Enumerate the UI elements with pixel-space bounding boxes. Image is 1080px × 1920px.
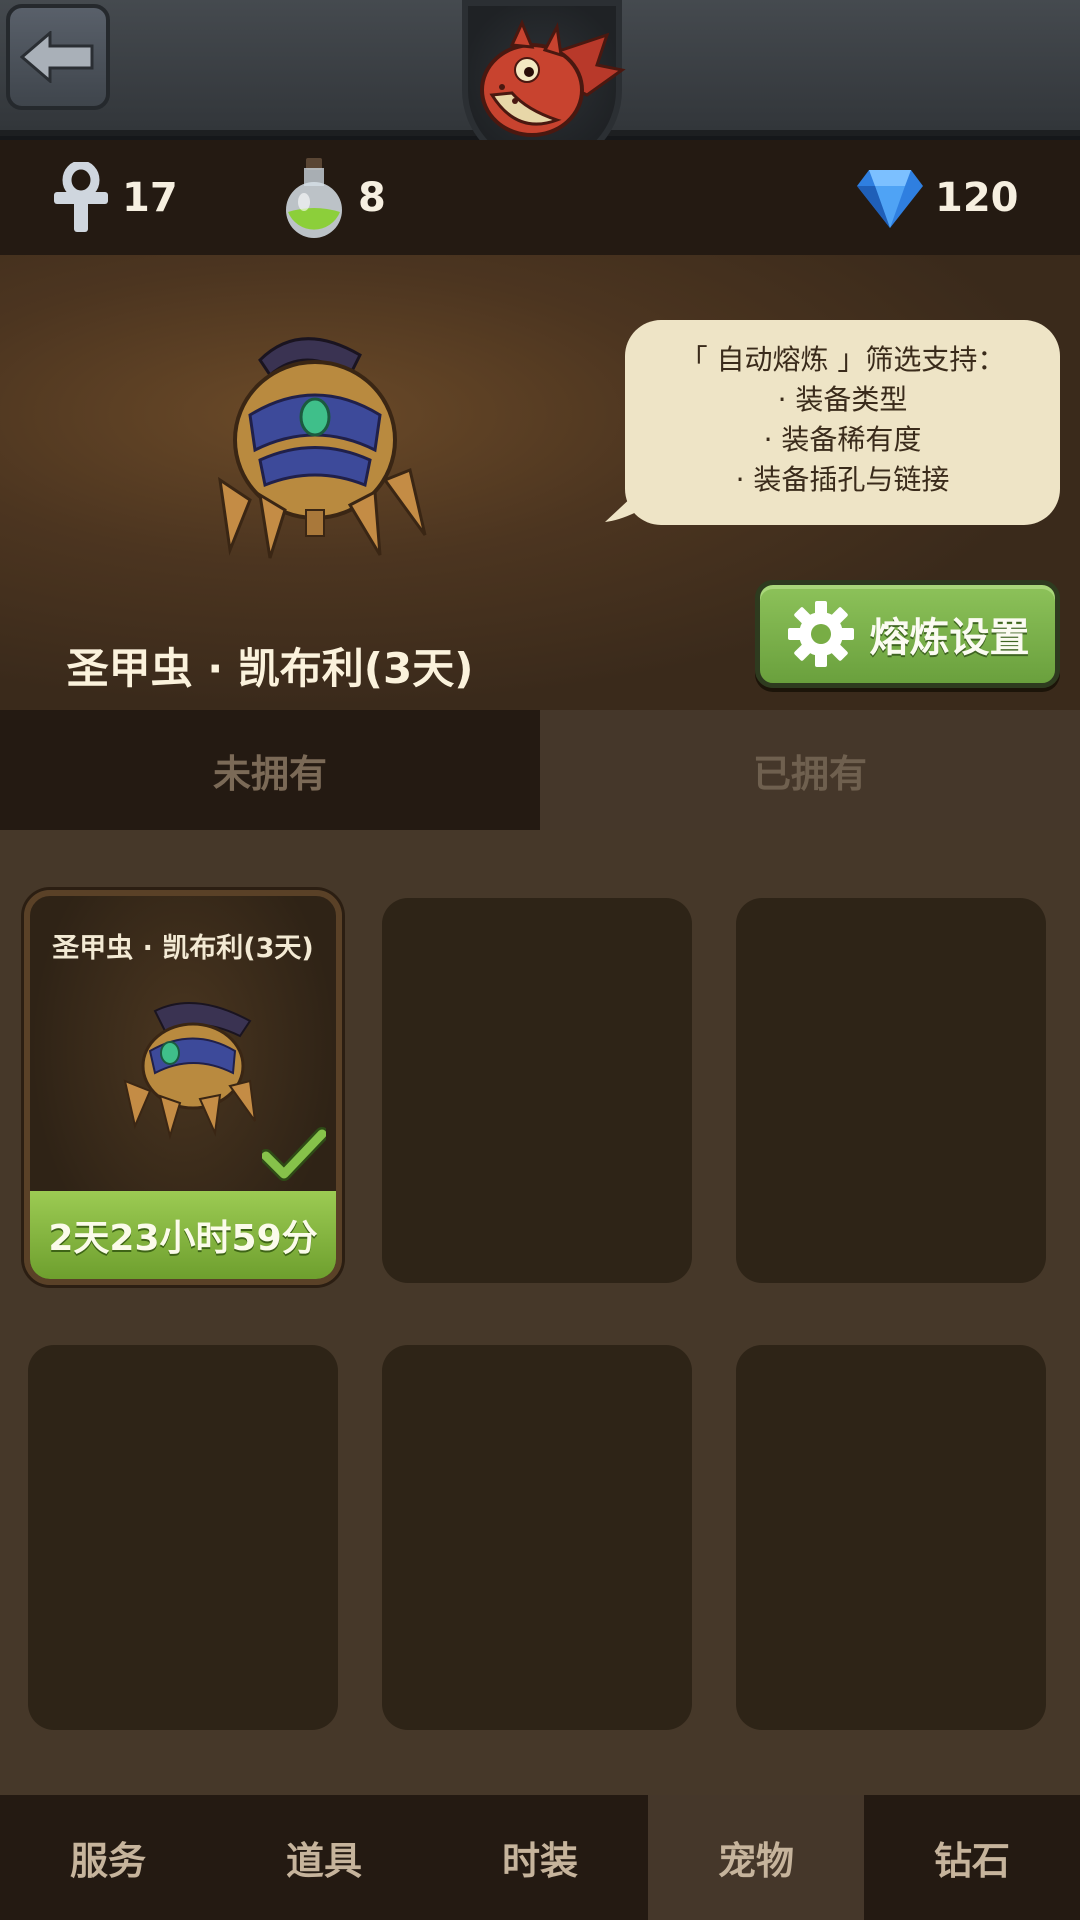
diamond-value: 120 — [935, 174, 1019, 221]
nav-diamonds[interactable]: 钻石 — [864, 1795, 1080, 1920]
empty-slot[interactable] — [736, 898, 1046, 1283]
scarab-pet-image — [218, 337, 427, 559]
ownership-tabs: 未拥有 已拥有 — [0, 710, 1080, 830]
smelt-settings-button[interactable]: 熔炼设置 — [755, 580, 1060, 688]
tab-owned[interactable]: 已拥有 — [540, 710, 1080, 830]
card-title: 圣甲虫 · 凯布利(3天) — [52, 933, 314, 964]
back-button[interactable] — [6, 4, 110, 110]
potion-resource: 8 — [280, 140, 386, 255]
bubble-line-1: 「 自动熔炼 」筛选支持： — [679, 343, 1006, 376]
rental-timer: 2天23小时59分 — [30, 1191, 336, 1279]
owned-pet-card[interactable]: 圣甲虫 · 凯布利(3天) 2天23小时59分 — [24, 890, 342, 1285]
pet-name: 圣甲虫 · 凯布利(3天) — [66, 644, 474, 693]
checkmark-icon — [262, 1127, 326, 1181]
gear-icon — [787, 601, 854, 667]
empty-slot[interactable] — [736, 1345, 1046, 1730]
empty-slot[interactable] — [28, 1345, 338, 1730]
pet-hero-panel: 圣甲虫 · 凯布利(3天) 「 自动熔炼 」筛选支持： · 装备类型 · 装备稀… — [0, 255, 1080, 710]
resource-bar: 17 8 120 — [0, 140, 1080, 255]
tab-not-owned[interactable]: 未拥有 — [0, 710, 540, 830]
smelt-settings-label: 熔炼设置 — [869, 615, 1030, 661]
bubble-line-3: · 装备稀有度 — [763, 423, 922, 456]
diamond-resource: 120 — [855, 140, 1019, 255]
ankh-resource: 17 — [50, 140, 178, 255]
red-dragon-emblem-icon — [480, 19, 626, 137]
ankh-value: 17 — [122, 174, 178, 221]
empty-slot[interactable] — [382, 898, 692, 1283]
top-bar — [0, 0, 1080, 170]
nav-service[interactable]: 服务 — [0, 1795, 216, 1920]
bubble-line-2: · 装备类型 — [777, 383, 908, 416]
bottom-nav: 服务 道具 时装 宠物 钻石 — [0, 1795, 1080, 1920]
arrow-left-icon — [20, 31, 94, 83]
scarab-pet-thumbnail — [123, 1002, 256, 1140]
nav-pets[interactable]: 宠物 — [648, 1795, 864, 1920]
info-bubble: 「 自动熔炼 」筛选支持： · 装备类型 · 装备稀有度 · 装备插孔与链接 — [625, 320, 1060, 525]
nav-costume[interactable]: 时装 — [432, 1795, 648, 1920]
potion-value: 8 — [358, 174, 386, 221]
nav-items[interactable]: 道具 — [216, 1795, 432, 1920]
empty-slot[interactable] — [382, 1345, 692, 1730]
diamond-icon — [857, 169, 923, 228]
bubble-line-4: · 装备插孔与链接 — [735, 463, 950, 496]
potion-icon — [286, 157, 342, 238]
ankh-icon — [54, 161, 108, 232]
